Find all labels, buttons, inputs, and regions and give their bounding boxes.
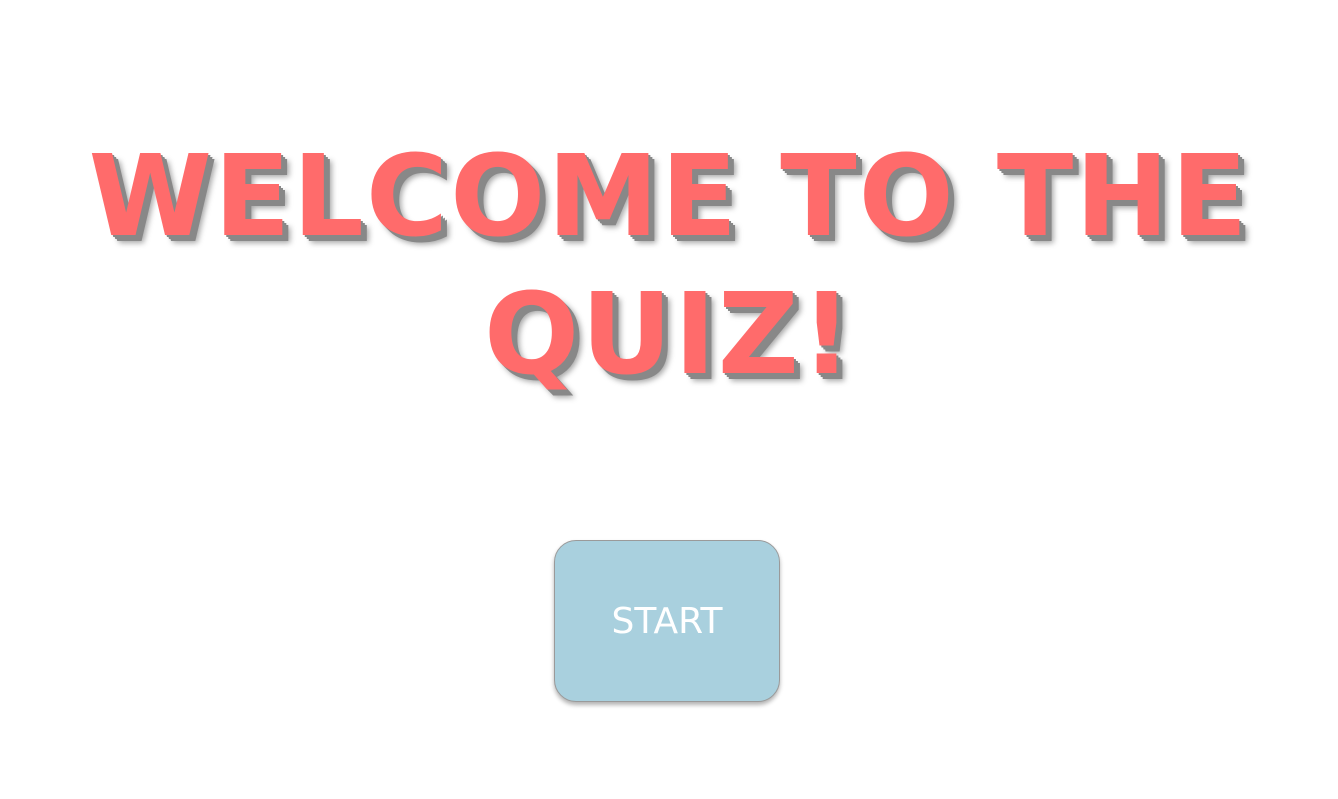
welcome-title: WELCOME TO THE QUIZ! xyxy=(88,132,1250,400)
start-button[interactable]: START xyxy=(554,540,780,702)
welcome-screen: WELCOME TO THE QUIZ! START xyxy=(0,0,1338,799)
